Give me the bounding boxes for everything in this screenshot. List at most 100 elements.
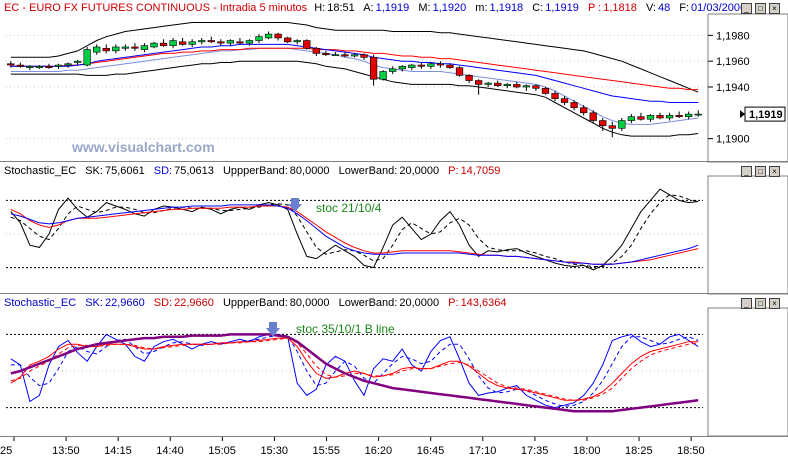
- stoch2-close-button[interactable]: ×: [769, 298, 780, 309]
- candle-body: [322, 53, 330, 56]
- candle-body: [608, 125, 616, 129]
- main-maximize-button[interactable]: □: [755, 3, 766, 14]
- candle-body: [264, 33, 273, 39]
- candle-body: [16, 64, 24, 67]
- price-tick-label: 1,1980: [716, 30, 750, 42]
- moving-average-blue-line: [10, 43, 699, 103]
- candle-body: [312, 47, 320, 54]
- stoch1-axis-strip: [707, 175, 788, 295]
- candle-body: [627, 116, 636, 121]
- candle-body: [685, 113, 693, 117]
- candle-body: [83, 49, 91, 66]
- time-tick-label: 18:50: [677, 445, 705, 457]
- time-tick-label: 25: [0, 445, 12, 457]
- candle-body: [150, 42, 158, 48]
- main-minimize-button[interactable]: _: [741, 3, 752, 14]
- chart-canvas: 1,1980 1,1960 1,1940 1,1900 1,1919 25 13:50 14:…: [0, 13, 788, 457]
- candle-body: [159, 42, 168, 46]
- candle-body: [665, 115, 674, 119]
- stoch1-minimize-button[interactable]: _: [741, 166, 752, 177]
- stoch1-sd-label: SD:: [153, 165, 173, 177]
- bollinger-upper-line: [10, 22, 699, 93]
- candle-body: [178, 41, 187, 45]
- candle-body: [427, 63, 435, 67]
- stoc2-annotation: stoc 35/10/1 B line: [296, 322, 395, 336]
- stoch2-sd-label: SD:: [153, 297, 173, 309]
- candle-body: [217, 41, 225, 44]
- stoch2-p-value: 143,6364: [460, 297, 507, 309]
- stoch2-series-sd-red: [10, 337, 699, 401]
- time-tick-label: 16:45: [417, 445, 445, 457]
- candle-body: [207, 40, 215, 43]
- candle-body: [408, 64, 416, 68]
- time-tick-label: 18:00: [573, 445, 601, 457]
- candle-body: [350, 54, 359, 57]
- header-h-label: H:: [314, 2, 326, 14]
- header-v-label: V:: [645, 2, 656, 14]
- candle-body: [646, 115, 655, 120]
- candle-body: [474, 80, 483, 85]
- stoch1-close-button[interactable]: ×: [769, 166, 780, 177]
- header-m-label: M:: [418, 2, 431, 14]
- candle-body: [198, 40, 206, 43]
- candle-body: [436, 63, 445, 66]
- candle-body: [379, 71, 387, 80]
- candle-body: [618, 120, 626, 129]
- time-tick-label: 15:30: [260, 445, 288, 457]
- candle-body: [589, 112, 597, 121]
- stoch1-header: Stochastic_EC SK: 75,6061 SD: 75,0613 Uppp…: [4, 164, 506, 178]
- stoch2-series-sk-red: [10, 337, 699, 401]
- candle-body: [331, 54, 340, 57]
- stoch1-p-label: P:: [448, 165, 459, 177]
- candle-body: [131, 46, 139, 49]
- stoch2-sd-value: 22,9660: [174, 297, 214, 309]
- stoch2-lb-value: 20,0000: [399, 297, 440, 309]
- candle-body: [274, 33, 282, 39]
- instrument-title: EC - EURO FX FUTURES CONTINUOUS - Intrad…: [4, 2, 308, 14]
- candle-body: [7, 63, 15, 66]
- stoch1-maximize-button[interactable]: □: [755, 166, 766, 177]
- main-close-button[interactable]: ×: [769, 3, 780, 14]
- stoch1-ub-value: 80,0000: [289, 165, 330, 177]
- stoch1-p-value: 14,7059: [460, 165, 501, 177]
- candle-body: [35, 66, 44, 68]
- candle-body: [656, 115, 664, 119]
- candle-body: [284, 37, 292, 43]
- stoch2-series-b-line: [10, 333, 699, 413]
- stoch2-minimize-button[interactable]: _: [741, 298, 752, 309]
- candle-body: [417, 64, 425, 67]
- watermark: www.visualchart.com: [72, 139, 215, 155]
- time-tick-label: 17:10: [469, 445, 497, 457]
- candle-body: [532, 85, 540, 89]
- header-p-value: 1,1818: [603, 2, 637, 14]
- candle-body: [503, 84, 511, 87]
- candle-body: [637, 116, 645, 120]
- stoch2-maximize-button[interactable]: □: [755, 298, 766, 309]
- candle-body: [93, 46, 101, 53]
- stoch1-sd-value: 75,0613: [174, 165, 214, 177]
- candle-body: [522, 85, 531, 88]
- candle-body: [102, 47, 110, 52]
- header-c-value: 1,1919: [545, 2, 579, 14]
- candle-body: [580, 107, 588, 114]
- bollinger-lower-line: [10, 60, 699, 137]
- candle-body: [551, 93, 559, 99]
- header-mm-value: 1,1918: [489, 2, 524, 14]
- stoch2-sk-label: SK:: [85, 297, 103, 309]
- header-f-label: F:: [679, 2, 690, 14]
- header-mm-label: m:: [475, 2, 488, 14]
- price-header: EC - EURO FX FUTURES CONTINUOUS - Intrad…: [4, 1, 752, 15]
- stoch2-ub-value: 80,0000: [289, 297, 330, 309]
- header-m-value: 1,1920: [432, 2, 467, 14]
- price-tick-label: 1,1960: [716, 56, 750, 68]
- header-h-value: 18:51: [327, 2, 355, 14]
- candle-body: [169, 40, 177, 46]
- candle-body: [303, 40, 311, 49]
- stoch2-name: Stochastic_EC: [4, 297, 77, 309]
- candle-body: [140, 45, 149, 50]
- stoch1-name: Stochastic_EC: [4, 165, 77, 177]
- time-tick-label: 14:15: [104, 445, 132, 457]
- candle-body: [484, 82, 492, 85]
- last-price-label: 1,1919: [749, 109, 783, 121]
- time-tick-label: 13:50: [52, 445, 80, 457]
